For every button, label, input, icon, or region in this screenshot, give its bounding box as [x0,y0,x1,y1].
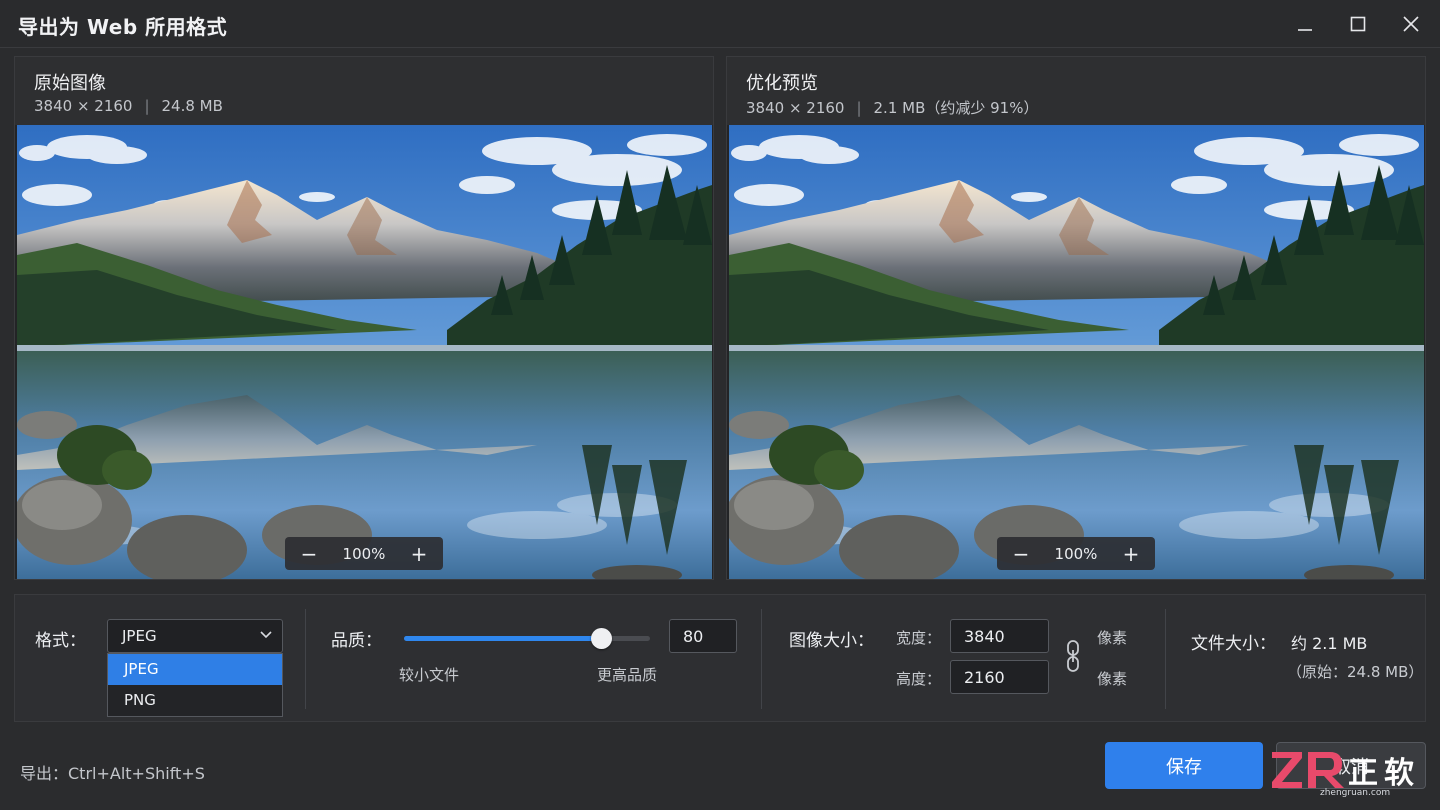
quality-slider[interactable] [404,628,650,649]
divider [305,609,306,709]
watermark: 正软 zhengruan.com [1268,746,1436,802]
zoom-out-button[interactable]: − [1011,544,1031,564]
watermark-url: zhengruan.com [1320,788,1391,798]
quality-max-label: 更高品质 [597,666,658,684]
preview-zoom-control: − 100% + [997,537,1155,570]
format-label: 格式： [35,631,86,651]
original-meta: 3840 × 2160 | 24.8 MB [34,97,223,115]
quality-input[interactable]: 80 [669,619,737,653]
original-image[interactable]: − 100% + [17,125,712,579]
original-dimensions: 3840 × 2160 [34,97,133,115]
divider [1165,609,1166,709]
zoom-level: 100% [1054,544,1098,563]
width-label: 宽度： [896,629,942,647]
width-unit: 像素 [1097,629,1128,647]
preview-meta: 3840 × 2160 | 2.1 MB（约减少 91%） [746,97,1038,118]
minimize-icon [1298,29,1312,31]
watermark-brand: 正软 [1348,756,1420,791]
close-button[interactable] [1391,8,1431,40]
file-size-label: 文件大小： [1191,634,1276,654]
width-input[interactable]: 3840 [950,619,1049,653]
height-unit: 像素 [1097,670,1128,688]
landscape-image [17,125,712,579]
format-option-png[interactable]: PNG [108,685,282,716]
quality-min-label: 较小文件 [399,666,460,684]
file-size-original: （原始：24.8 MB） [1287,663,1424,681]
settings-panel: 格式： JPEG JPEG PNG 品质： 80 较小文件 更高品质 图像大小：… [14,594,1426,722]
maximize-button-2[interactable] [1338,8,1378,40]
preview-dimensions: 3840 × 2160 [746,99,845,117]
meta-separator: | [144,97,150,115]
format-selected-value: JPEG [122,627,157,645]
format-dropdown: JPEG PNG [107,653,283,717]
zoom-in-button[interactable]: + [409,544,429,564]
preview-size: 2.1 MB（约减少 91%） [873,99,1039,117]
original-title: 原始图像 [34,73,106,94]
landscape-image [729,125,1424,579]
original-zoom-control: − 100% + [285,537,443,570]
zoom-level: 100% [342,544,386,563]
quality-slider-thumb[interactable] [590,628,612,649]
zr-logo-icon [1272,752,1344,788]
original-panel: 原始图像 3840 × 2160 | 24.8 MB − 100% + [14,56,714,580]
close-icon [1403,16,1419,32]
preview-panel-header: 优化预览 3840 × 2160 | 2.1 MB（约减少 91%） [727,57,1425,125]
link-icon[interactable] [1065,639,1081,673]
zoom-out-button[interactable]: − [299,544,319,564]
save-button[interactable]: 保存 [1105,742,1263,789]
preview-image[interactable]: − 100% + [729,125,1424,579]
meta-separator: | [856,99,862,117]
quality-label: 品质： [331,631,382,651]
preview-title: 优化预览 [746,73,818,94]
file-size-value: 约 2.1 MB [1291,634,1368,653]
divider [761,609,762,709]
shortcut-hint: 导出：Ctrl+Alt+Shift+S [20,764,205,783]
minimize-button-2[interactable] [1285,8,1325,40]
height-input[interactable]: 2160 [950,660,1049,694]
zoom-in-button[interactable]: + [1121,544,1141,564]
format-select[interactable]: JPEG [107,619,283,653]
chevron-down-icon [260,631,272,639]
window-title: 导出为 Web 所用格式 [18,15,228,39]
image-size-label: 图像大小： [789,631,874,651]
original-size: 24.8 MB [161,97,223,115]
title-bar: 导出为 Web 所用格式 [0,0,1440,48]
preview-panel: 优化预览 3840 × 2160 | 2.1 MB（约减少 91%） − 100% … [726,56,1426,580]
height-label: 高度： [896,670,942,688]
format-option-jpeg[interactable]: JPEG [108,654,282,685]
original-panel-header: 原始图像 3840 × 2160 | 24.8 MB [15,57,713,125]
quality-slider-fill [404,636,601,641]
maximize-icon [1350,16,1366,32]
